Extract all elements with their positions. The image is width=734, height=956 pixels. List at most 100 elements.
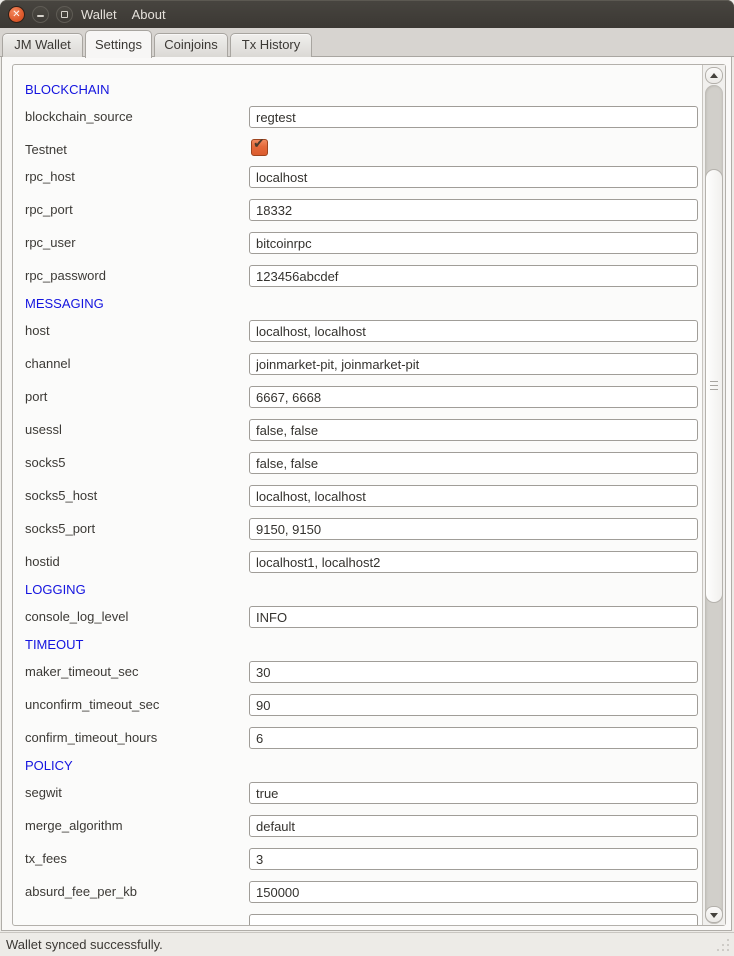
scroll-up-button[interactable] [705,67,723,84]
field-label: socks5 [25,452,65,474]
field-label: unconfirm_timeout_sec [25,694,159,716]
field-label: host [25,320,50,342]
field-label: blockchain_source [25,106,133,128]
settings-row: segwit [25,777,702,810]
socks5-input[interactable] [249,452,698,474]
socks5-port-input[interactable] [249,518,698,540]
vertical-scrollbar[interactable] [702,65,725,925]
settings-row: port [25,381,702,414]
merge-algorithm-input[interactable] [249,815,698,837]
field-label: rpc_port [25,199,73,221]
settings-form: BLOCKCHAIN blockchain_source Testnet ✔ rpc_h… [13,65,702,925]
maker-timeout-sec-input[interactable] [249,661,698,683]
close-button[interactable]: ✕ [8,6,25,23]
field-label: socks5_host [25,485,97,507]
rpc-user-input[interactable] [249,232,698,254]
settings-row: socks5_port [25,513,702,546]
unconfirm-timeout-sec-input[interactable] [249,694,698,716]
field-label: tx_fees [25,848,67,870]
settings-row: merge_algorithm [25,810,702,843]
status-bar: Wallet synced successfully. [0,932,734,956]
settings-row [25,909,702,925]
confirm-timeout-hours-input[interactable] [249,727,698,749]
field-label: port [25,386,47,408]
settings-row: usessl [25,414,702,447]
field-label: console_log_level [25,606,128,628]
blockchain-source-input[interactable] [249,106,698,128]
field-label: rpc_password [25,265,106,287]
hostid-input[interactable] [249,551,698,573]
settings-row: rpc_host [25,161,702,194]
segwit-input[interactable] [249,782,698,804]
channel-input[interactable] [249,353,698,375]
field-label: channel [25,353,71,375]
console-log-level-input[interactable] [249,606,698,628]
checkmark-icon: ✔ [253,135,265,152]
rpc-password-input[interactable] [249,265,698,287]
field-label: absurd_fee_per_kb [25,881,137,903]
settings-row: hostid [25,546,702,579]
menubar: Wallet About [79,0,168,28]
maximize-icon [61,11,68,18]
tab-jm-wallet[interactable]: JM Wallet [2,33,83,57]
settings-row: host [25,315,702,348]
field-label: socks5_port [25,518,95,540]
scrollbar-thumb[interactable] [705,169,723,603]
section-header-logging: LOGGING [25,579,702,601]
settings-row: rpc_password [25,260,702,293]
settings-row: unconfirm_timeout_sec [25,689,702,722]
maximize-button[interactable] [56,6,73,23]
section-header-blockchain: BLOCKCHAIN [25,79,702,101]
field-label: rpc_user [25,232,76,254]
tab-bar: JM Wallet Settings Coinjoins Tx History [0,28,734,57]
settings-row: blockchain_source [25,101,702,134]
tab-tx-history[interactable]: Tx History [230,33,312,57]
status-message: Wallet synced successfully. [6,933,163,956]
scroll-down-button[interactable] [705,906,723,923]
absurd-fee-per-kb-input[interactable] [249,881,698,903]
tab-settings[interactable]: Settings [85,30,152,58]
minimize-button[interactable] [32,6,49,23]
settings-row: Testnet ✔ [25,134,702,161]
tab-coinjoins[interactable]: Coinjoins [154,33,228,57]
field-label: confirm_timeout_hours [25,727,157,749]
socks5-host-input[interactable] [249,485,698,507]
field-label: segwit [25,782,62,804]
titlebar[interactable]: ✕ Wallet About [0,0,734,28]
resize-grip-icon[interactable] [716,938,730,952]
settings-row: maker_timeout_sec [25,656,702,689]
tx-fees-input[interactable] [249,848,698,870]
rpc-port-input[interactable] [249,199,698,221]
close-icon: ✕ [9,7,24,22]
settings-row: rpc_port [25,194,702,227]
settings-row: rpc_user [25,227,702,260]
settings-row: channel [25,348,702,381]
arrow-down-icon [710,913,718,918]
clipped-input[interactable] [249,914,698,925]
section-header-messaging: MESSAGING [25,293,702,315]
settings-row: tx_fees [25,843,702,876]
settings-row: confirm_timeout_hours [25,722,702,755]
testnet-checkbox[interactable]: ✔ [251,139,268,156]
host-input[interactable] [249,320,698,342]
field-label: merge_algorithm [25,815,123,837]
arrow-up-icon [710,73,718,78]
field-label: Testnet [25,139,67,161]
settings-row: absurd_fee_per_kb [25,876,702,909]
settings-scroll-area: BLOCKCHAIN blockchain_source Testnet ✔ rpc_h… [12,64,726,926]
port-input[interactable] [249,386,698,408]
section-header-policy: POLICY [25,755,702,777]
field-label: hostid [25,551,60,573]
field-label: usessl [25,419,62,441]
settings-row: console_log_level [25,601,702,634]
minimize-icon [37,15,44,17]
field-label: rpc_host [25,166,75,188]
menu-about[interactable]: About [130,6,168,23]
usessl-input[interactable] [249,419,698,441]
settings-row: socks5_host [25,480,702,513]
app-window: ✕ Wallet About JM Wallet Settings Coinjo… [0,0,734,956]
settings-viewport: BLOCKCHAIN blockchain_source Testnet ✔ rpc_h… [13,65,702,925]
menu-wallet[interactable]: Wallet [79,6,119,23]
grip-icon [710,381,718,393]
rpc-host-input[interactable] [249,166,698,188]
